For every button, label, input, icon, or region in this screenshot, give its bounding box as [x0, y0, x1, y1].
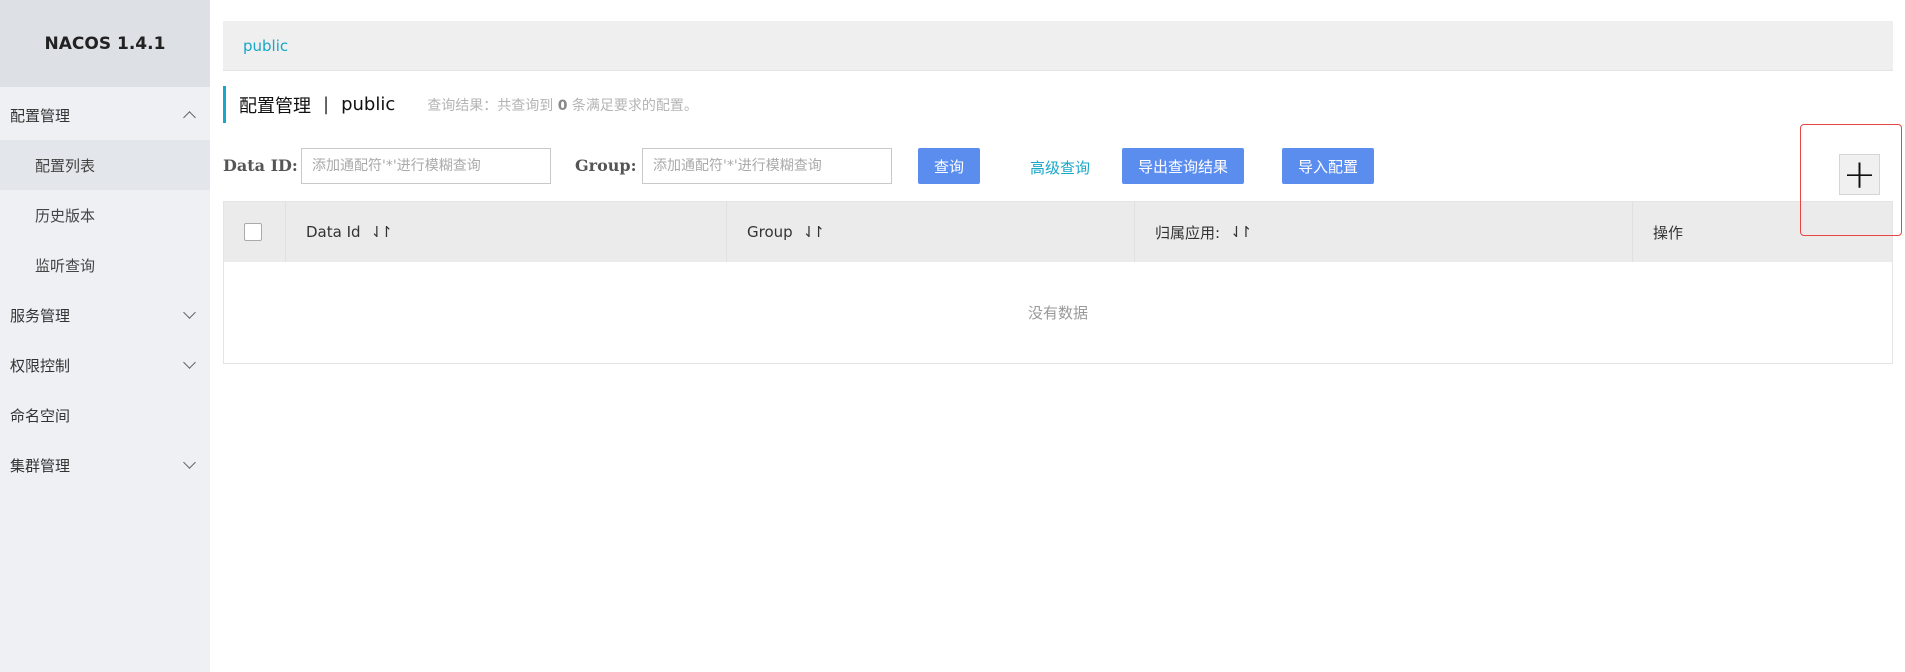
select-all-cell [224, 202, 286, 262]
column-label: 归属应用: [1155, 223, 1221, 242]
column-label: Group [747, 223, 793, 241]
sort-icon[interactable]: ⇃↾ [371, 223, 393, 241]
page-header: 配置管理 | public 查询结果：共查询到 0 条满足要求的配置。 [223, 86, 698, 123]
query-result-summary: 查询结果：共查询到 0 条满足要求的配置。 [427, 95, 698, 115]
empty-state: 没有数据 [224, 262, 1892, 363]
page-namespace: public [341, 94, 396, 115]
sidebar-item-label: 服务管理 [10, 306, 71, 325]
column-header-data-id: Data Id ⇃↾ [286, 202, 727, 262]
chevron-down-icon [183, 306, 196, 319]
sidebar-item-label: 配置管理 [10, 106, 71, 125]
sidebar-item-config-list[interactable]: 配置列表 [0, 140, 210, 190]
table-header: Data Id ⇃↾ Group ⇃↾ 归属应用: ⇃↾ 操作 [224, 202, 1892, 262]
main-content: public 配置管理 | public 查询结果：共查询到 0 条满足要求的配… [210, 0, 1905, 672]
sidebar-item-service-management[interactable]: 服务管理 [0, 290, 210, 340]
import-config-button[interactable]: 导入配置 [1282, 148, 1374, 184]
sidebar-item-label: 权限控制 [10, 356, 71, 375]
add-config-button[interactable]: + [1839, 154, 1880, 195]
column-header-actions: 操作 [1633, 202, 1892, 262]
app-title: NACOS 1.4.1 [0, 0, 210, 87]
export-results-button[interactable]: 导出查询结果 [1122, 148, 1244, 184]
chevron-down-icon [183, 356, 196, 369]
result-suffix: 条满足要求的配置。 [571, 97, 698, 114]
sidebar-item-history-versions[interactable]: 历史版本 [0, 190, 210, 240]
result-prefix: 查询结果：共查询到 [427, 97, 554, 114]
sidebar-item-auth-control[interactable]: 权限控制 [0, 340, 210, 390]
page-title: 配置管理 [239, 95, 311, 117]
data-id-input[interactable] [301, 148, 551, 184]
namespace-bar: public [223, 21, 1893, 71]
group-input[interactable] [642, 148, 892, 184]
sidebar-item-namespace[interactable]: 命名空间 [0, 390, 210, 440]
data-id-label: Data ID: [223, 156, 298, 175]
sidebar-item-label: 命名空间 [10, 406, 71, 425]
search-bar: Data ID: Group: 查询 高级查询 导出查询结果 导入配置 [223, 148, 1893, 184]
sidebar-item-cluster-management[interactable]: 集群管理 [0, 440, 210, 490]
title-separator: | [323, 94, 330, 115]
namespace-link-public[interactable]: public [243, 37, 288, 55]
sidebar-item-listener-query[interactable]: 监听查询 [0, 240, 210, 290]
sort-icon[interactable]: ⇃↾ [1230, 223, 1252, 241]
sidebar-item-label: 集群管理 [10, 456, 71, 475]
query-button[interactable]: 查询 [918, 148, 980, 184]
config-table: Data Id ⇃↾ Group ⇃↾ 归属应用: ⇃↾ 操作 没有数据 [223, 201, 1893, 364]
column-header-app: 归属应用: ⇃↾ [1135, 202, 1633, 262]
sort-icon[interactable]: ⇃↾ [803, 223, 825, 241]
group-label: Group: [575, 156, 637, 175]
chevron-up-icon [183, 110, 196, 124]
sidebar-item-config-management[interactable]: 配置管理 [0, 90, 210, 140]
advanced-query-link[interactable]: 高级查询 [1030, 157, 1090, 178]
chevron-down-icon [183, 456, 196, 469]
column-header-group: Group ⇃↾ [727, 202, 1135, 262]
column-label: Data Id [306, 223, 361, 241]
column-label: 操作 [1653, 223, 1684, 242]
result-count: 0 [557, 97, 568, 114]
sidebar: NACOS 1.4.1 配置管理 配置列表 历史版本 监听查询 服务管理 权限控… [0, 0, 210, 672]
select-all-checkbox[interactable] [244, 223, 262, 241]
